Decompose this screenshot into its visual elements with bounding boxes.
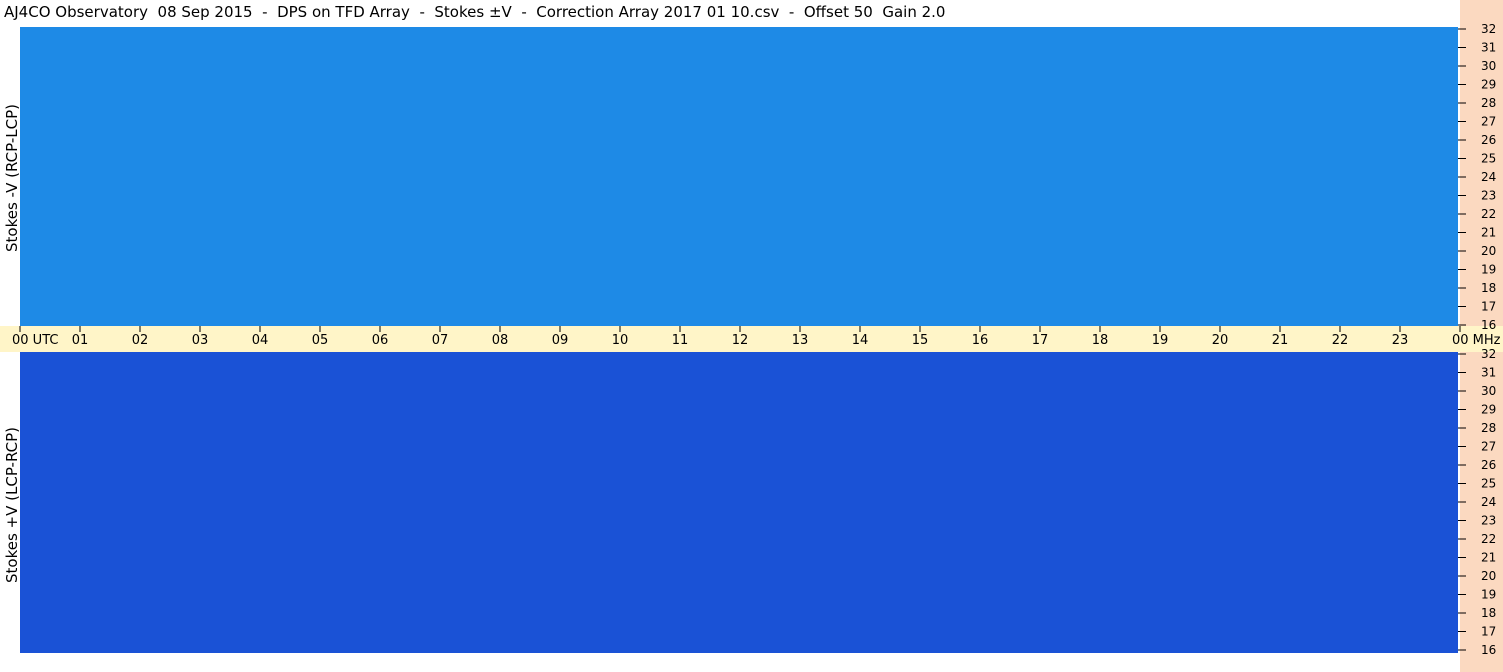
time-tick-label: 02 xyxy=(132,333,149,348)
time-tick-label: 18 xyxy=(1092,333,1109,348)
time-tick-label: 14 xyxy=(852,333,869,348)
time-tick-label: 00 UTC xyxy=(12,333,58,348)
time-tick-label: 21 xyxy=(1272,333,1289,348)
upper-ytick-label: 26 xyxy=(1481,133,1496,147)
upper-ytick-label: 32 xyxy=(1481,22,1496,36)
upper-ytick-label: 30 xyxy=(1481,59,1496,73)
lower-ytick-label: 16 xyxy=(1481,643,1496,657)
time-tick-label: 15 xyxy=(912,333,929,348)
upper-ytick-label: 23 xyxy=(1481,189,1496,203)
upper-ytick-label: 16 xyxy=(1481,318,1496,332)
time-tick-label: 16 xyxy=(972,333,989,348)
time-tick-label: 17 xyxy=(1032,333,1049,348)
lower-ytick-label: 21 xyxy=(1481,551,1496,565)
upper-ytick-label: 19 xyxy=(1481,263,1496,277)
spectrogram-svg: 32 31 30 29 28 27 26 25 24 23 22 21 20 19 18 17 16 32 31 3… xyxy=(12,22,1501,657)
lower-ytick-label: 19 xyxy=(1481,588,1496,602)
lower-ytick-label: 26 xyxy=(1481,458,1496,472)
upper-ytick-label: 28 xyxy=(1481,96,1496,110)
time-tick-label: 09 xyxy=(552,333,569,348)
time-tick-label: 20 xyxy=(1212,333,1229,348)
lower-ytick-label: 22 xyxy=(1481,532,1496,546)
upper-ytick-label: 24 xyxy=(1481,170,1496,184)
time-tick-label: 03 xyxy=(192,333,209,348)
time-tick-label: 07 xyxy=(432,333,449,348)
time-tick-label: 04 xyxy=(252,333,269,348)
time-tick-label: 08 xyxy=(492,333,509,348)
upper-ytick-label: 29 xyxy=(1481,78,1496,92)
time-tick-label: 22 xyxy=(1332,333,1349,348)
lower-ytick-label: 32 xyxy=(1481,347,1496,361)
lower-ytick-label: 31 xyxy=(1481,366,1496,380)
upper-ytick-label: 17 xyxy=(1481,300,1496,314)
upper-ytick-label: 18 xyxy=(1481,281,1496,295)
lower-ytick-label: 30 xyxy=(1481,384,1496,398)
lower-ytick-label: 24 xyxy=(1481,495,1496,509)
time-tick-label: 10 xyxy=(612,333,629,348)
upper-ytick-label: 31 xyxy=(1481,41,1496,55)
lower-ytick-label: 29 xyxy=(1481,403,1496,417)
time-tick-label: 13 xyxy=(792,333,809,348)
time-tick-label: 11 xyxy=(672,333,689,348)
lower-ytick-label: 25 xyxy=(1481,477,1496,491)
upper-spectrogram xyxy=(20,27,1458,326)
upper-ytick-label: 21 xyxy=(1481,226,1496,240)
lower-ytick-label: 18 xyxy=(1481,606,1496,620)
time-tick-label: 06 xyxy=(372,333,389,348)
time-tick-label: 12 xyxy=(732,333,749,348)
upper-ytick-label: 25 xyxy=(1481,152,1496,166)
upper-ytick-label: 22 xyxy=(1481,207,1496,221)
time-tick-label: 19 xyxy=(1152,333,1169,348)
time-tick-label: 01 xyxy=(72,333,89,348)
time-tick-label: 23 xyxy=(1392,333,1409,348)
lower-spectrogram xyxy=(20,352,1458,653)
lower-ytick-label: 27 xyxy=(1481,440,1496,454)
upper-ytick-label: 27 xyxy=(1481,115,1496,129)
time-tick-label: 05 xyxy=(312,333,329,348)
lower-ytick-label: 17 xyxy=(1481,625,1496,639)
lower-ytick-label: 23 xyxy=(1481,514,1496,528)
lower-ytick-label: 28 xyxy=(1481,421,1496,435)
lower-ytick-label: 20 xyxy=(1481,569,1496,583)
upper-ytick-label: 20 xyxy=(1481,244,1496,258)
time-tick-label: 00 MHz xyxy=(1452,333,1501,348)
